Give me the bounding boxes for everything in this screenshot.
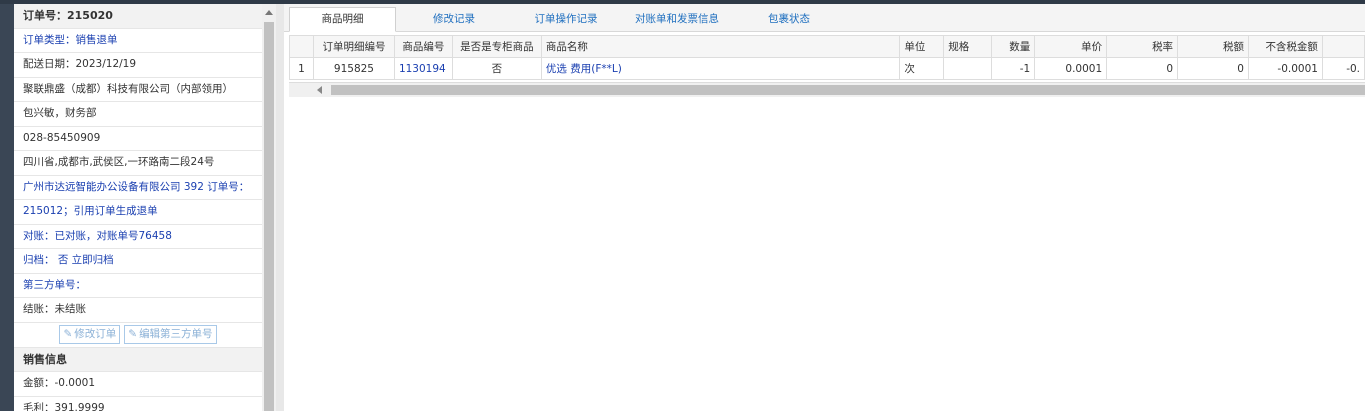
panel-scrollbar[interactable] bbox=[262, 4, 276, 411]
tab-statement-invoice[interactable]: 对账单和发票信息 bbox=[622, 8, 732, 30]
extra-cell: -0. bbox=[1321, 57, 1365, 80]
column-header[interactable] bbox=[1321, 35, 1365, 58]
tab-package-status[interactable]: 包裹状态 bbox=[744, 8, 834, 30]
row-index: 1 bbox=[289, 57, 314, 80]
main-content: 商品明细 修改记录 订单操作记录 对账单和发票信息 包裹状态 订单明细编号 商品… bbox=[284, 4, 1365, 411]
order-detail-line: 归档： 否 立即归档 bbox=[14, 249, 262, 274]
edit-third-party-no-button[interactable]: ✎ 编辑第三方单号 bbox=[124, 325, 217, 344]
column-header[interactable]: 税额 bbox=[1177, 35, 1249, 58]
column-header[interactable]: 税率 bbox=[1106, 35, 1179, 58]
spec-cell bbox=[943, 57, 993, 80]
column-header[interactable]: 数量 bbox=[991, 35, 1036, 58]
order-detail-line: 广州市达远智能办公设备有限公司 392 订单号： bbox=[14, 176, 262, 200]
column-header[interactable]: 不含税金额 bbox=[1247, 35, 1323, 58]
order-detail-line: 215012；引用订单生成退单 bbox=[14, 200, 262, 225]
order-action-buttons: ✎ 修改订单 ✎ 编辑第三方单号 bbox=[14, 323, 262, 348]
edit-order-button[interactable]: ✎ 修改订单 bbox=[59, 325, 121, 344]
sales-amount: 金额：-0.0001 bbox=[14, 372, 262, 397]
scroll-thumb[interactable] bbox=[331, 85, 1365, 95]
row-index-header bbox=[289, 35, 314, 58]
table-header-row: 订单明细编号 商品编号 是否是专柜商品 商品名称 单位 规格 数量 单价 税率 … bbox=[289, 35, 1365, 58]
order-detail-line: 配送日期：2023/12/19 bbox=[14, 53, 262, 78]
edit-icon: ✎ bbox=[128, 328, 138, 340]
net-amount-cell: -0.0001 bbox=[1247, 57, 1323, 80]
column-header[interactable]: 单价 bbox=[1034, 35, 1108, 58]
splitter[interactable] bbox=[276, 4, 284, 411]
order-detail-line: 结账：未结账 bbox=[14, 298, 262, 323]
column-header[interactable]: 规格 bbox=[943, 35, 993, 58]
order-info-panel: 订单号：215020 订单类型：销售退单 配送日期：2023/12/19 聚联鼎盛（… bbox=[14, 4, 262, 411]
product-no-link[interactable]: 1130194 bbox=[393, 57, 453, 80]
edit-icon: ✎ bbox=[63, 328, 73, 340]
order-detail-line: 028-85450909 bbox=[14, 127, 262, 151]
product-name-link[interactable]: 优选 费用(F**L) bbox=[540, 57, 901, 80]
order-detail-line: 聚联鼎盛（成都）科技有限公司（内部领用） bbox=[14, 78, 262, 102]
order-detail-line: 四川省,成都市,武侯区,一环路南二段24号 bbox=[14, 151, 262, 176]
sales-info-title: 销售信息 bbox=[14, 347, 262, 372]
scroll-thumb[interactable] bbox=[264, 22, 274, 411]
tax-cell: 0 bbox=[1177, 57, 1249, 80]
unit-cell: 次 bbox=[899, 57, 945, 80]
order-detail-line: 第三方单号： bbox=[14, 274, 262, 298]
order-number-title: 订单号：215020 bbox=[14, 4, 262, 29]
column-header[interactable]: 订单明细编号 bbox=[312, 35, 395, 58]
order-detail-line: 包兴敏，财务部 bbox=[14, 102, 262, 127]
column-header[interactable]: 单位 bbox=[899, 35, 945, 58]
product-detail-table: 订单明细编号 商品编号 是否是专柜商品 商品名称 单位 规格 数量 单价 税率 … bbox=[289, 35, 1365, 80]
column-header[interactable]: 商品名称 bbox=[540, 35, 901, 58]
qty-cell: -1 bbox=[991, 57, 1036, 80]
scroll-up-icon[interactable] bbox=[265, 10, 273, 15]
table-horizontal-scrollbar[interactable] bbox=[289, 82, 1365, 97]
table-row[interactable]: 1 915825 1130194 否 优选 费用(F**L) 次 -1 0.00… bbox=[289, 57, 1365, 80]
price-cell: 0.0001 bbox=[1034, 57, 1108, 80]
tab-change-log[interactable]: 修改记录 bbox=[404, 8, 504, 30]
is-counter-cell: 否 bbox=[451, 57, 542, 80]
sales-profit: 毛利：391.9999 bbox=[14, 397, 262, 411]
tab-product-details[interactable]: 商品明细 bbox=[289, 7, 396, 32]
scroll-left-icon[interactable] bbox=[317, 86, 322, 94]
column-header[interactable]: 商品编号 bbox=[393, 35, 453, 58]
tab-bar: 商品明细 修改记录 订单操作记录 对账单和发票信息 包裹状态 bbox=[284, 4, 1365, 32]
tax-rate-cell: 0 bbox=[1106, 57, 1179, 80]
order-detail-line: 对账：已对账，对账单号76458 bbox=[14, 225, 262, 249]
column-header[interactable]: 是否是专柜商品 bbox=[451, 35, 542, 58]
tab-operation-log[interactable]: 订单操作记录 bbox=[516, 8, 616, 30]
detail-no-cell: 915825 bbox=[312, 57, 395, 80]
order-detail-line: 订单类型：销售退单 bbox=[14, 29, 262, 53]
nav-sidebar bbox=[0, 4, 14, 411]
